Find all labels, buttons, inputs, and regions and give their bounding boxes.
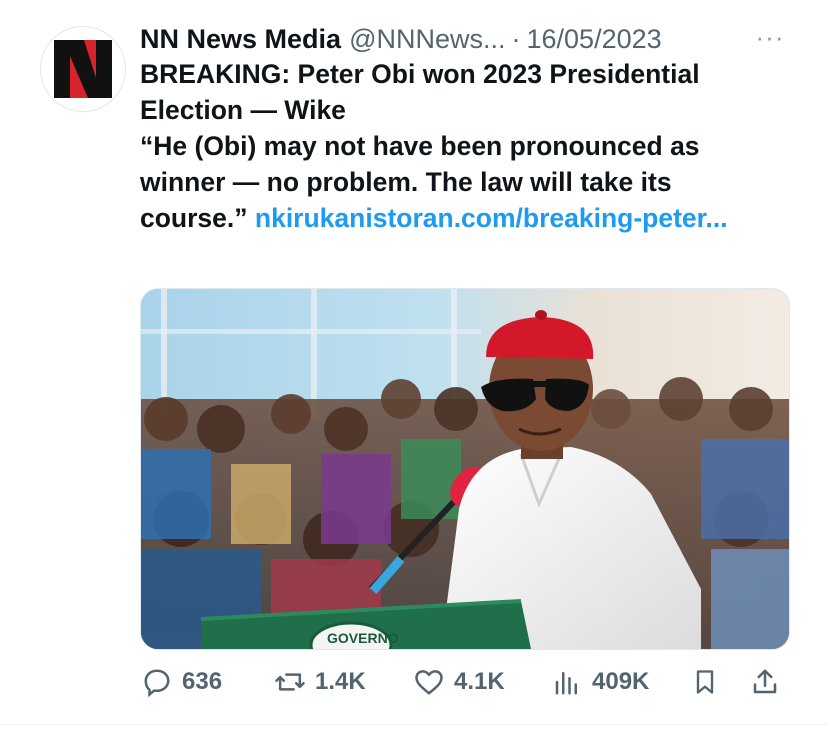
tweet-image[interactable]: GOVERNO: [140, 288, 790, 650]
bookmark-icon: [688, 665, 722, 699]
reply-count: 636: [182, 668, 223, 695]
retweet-count: 1.4K: [315, 668, 366, 695]
tweet-date[interactable]: 16/05/2023: [527, 24, 662, 55]
author-handle[interactable]: @NNNews...: [349, 24, 505, 55]
author-name[interactable]: NN News Media: [140, 24, 341, 55]
views-button[interactable]: 409K: [550, 662, 649, 702]
like-icon: [412, 665, 446, 699]
like-button[interactable]: 4.1K: [412, 662, 505, 702]
article-link[interactable]: nkirukanistoran.com/breaking-peter...: [255, 203, 728, 233]
like-count: 4.1K: [454, 668, 505, 695]
divider: [0, 724, 828, 725]
share-button[interactable]: [748, 662, 782, 702]
tweet-text: BREAKING: Peter Obi won 2023 Presidentia…: [140, 56, 770, 236]
views-icon: [550, 665, 584, 699]
reply-button[interactable]: 636: [140, 662, 222, 702]
speaker-photo: GOVERNO: [141, 289, 789, 649]
retweet-button[interactable]: 1.4K: [273, 662, 366, 702]
tweet-header: NN News Media @NNNews... · 16/05/2023: [140, 20, 760, 58]
more-icon[interactable]: ···: [752, 22, 788, 52]
action-bar: 636 1.4K 4.1K 409K: [140, 662, 788, 702]
views-count: 409K: [592, 668, 650, 695]
quote-text: “He (Obi) may not have been pronounced a…: [140, 128, 770, 236]
podium-seal-text: GOVERNO: [327, 630, 399, 646]
share-icon: [748, 665, 782, 699]
reply-icon: [140, 665, 174, 699]
separator-dot: ·: [511, 23, 521, 54]
nn-logo-icon: [54, 40, 112, 98]
retweet-icon: [273, 665, 307, 699]
avatar[interactable]: [40, 26, 126, 112]
tweet-card[interactable]: NN News Media @NNNews... · 16/05/2023 ··…: [0, 0, 828, 732]
bookmark-button[interactable]: [688, 662, 722, 702]
headline: BREAKING: Peter Obi won 2023 Presidentia…: [140, 59, 700, 125]
